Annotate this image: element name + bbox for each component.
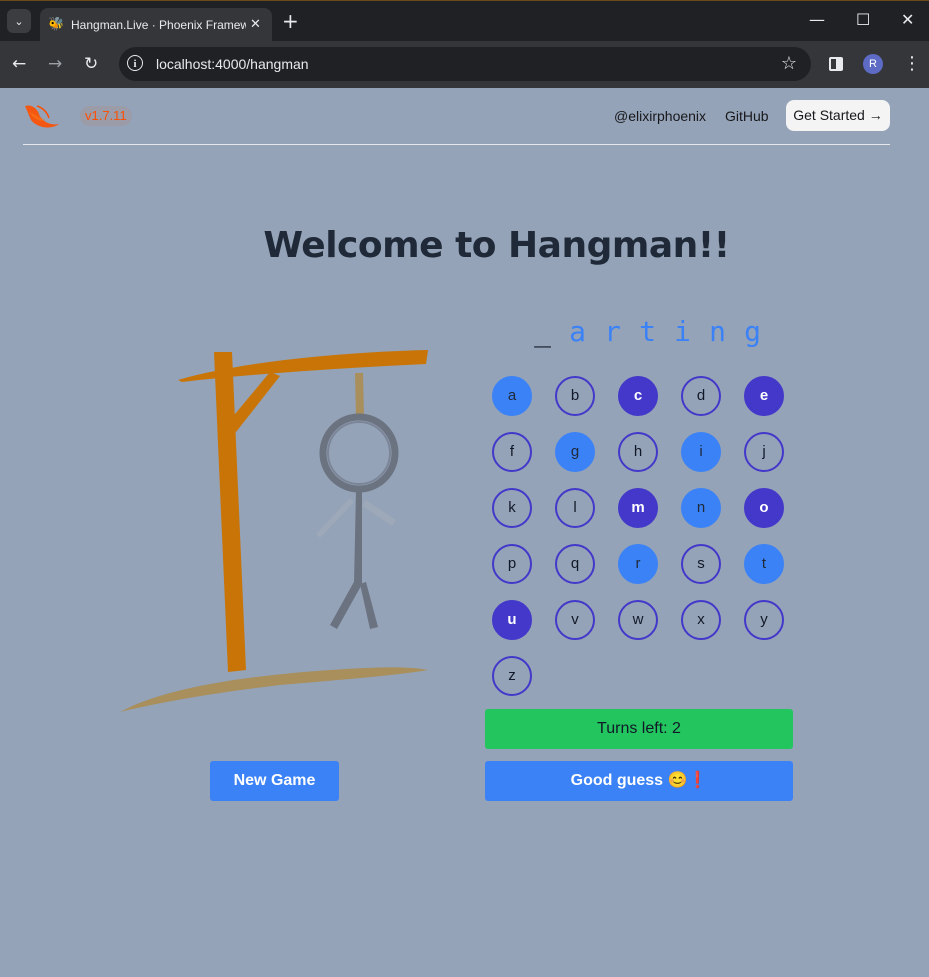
hangman-drawing [120, 350, 428, 712]
letter-key-n[interactable]: n [681, 488, 721, 528]
github-link[interactable]: GitHub [725, 107, 769, 125]
letter-key-d[interactable]: d [681, 376, 721, 416]
turns-left-banner: Turns left: 2 [485, 709, 793, 749]
letter-key-l[interactable]: l [555, 488, 595, 528]
letter-key-p[interactable]: p [492, 544, 532, 584]
letter-key-w[interactable]: w [618, 600, 658, 640]
letter-key-z[interactable]: z [492, 656, 532, 696]
letter-key-m[interactable]: m [618, 488, 658, 528]
letter-key-e[interactable]: e [744, 376, 784, 416]
figure-head [319, 413, 399, 493]
letter-key-h[interactable]: h [618, 432, 658, 472]
version-badge: v1.7.11 [80, 106, 132, 126]
back-icon[interactable]: ← [12, 53, 26, 75]
letter-key-x[interactable]: x [681, 600, 721, 640]
figure-left-leg [330, 580, 361, 629]
figure-right-leg [360, 582, 378, 629]
browser-menu-icon[interactable]: ⋮ [903, 53, 921, 75]
letter-key-u[interactable]: u [492, 600, 532, 640]
forward-icon[interactable]: → [48, 53, 62, 75]
browser-tab[interactable]: 🐝 Hangman.Live · Phoenix Framework ✕ [40, 8, 272, 42]
word-letter: a [569, 315, 586, 348]
new-tab-icon[interactable]: + [282, 10, 299, 32]
word-letter: g [744, 315, 761, 348]
minimize-icon[interactable]: — [809, 9, 825, 31]
letter-key-f[interactable]: f [492, 432, 532, 472]
letter-key-o[interactable]: o [744, 488, 784, 528]
letter-key-r[interactable]: r [618, 544, 658, 584]
url-text[interactable]: localhost:4000/hangman [156, 55, 309, 73]
word-display: _ a r t i n g [525, 312, 770, 352]
profile-avatar[interactable]: R [863, 54, 883, 74]
letter-key-a[interactable]: a [492, 376, 532, 416]
letter-key-t[interactable]: t [744, 544, 784, 584]
word-letter: i [674, 315, 691, 348]
twitter-link[interactable]: @elixirphoenix [614, 107, 706, 125]
bookmark-star-icon[interactable]: ☆ [781, 53, 797, 75]
figure-body [354, 489, 362, 585]
site-header: v1.7.11 @elixirphoenix GitHub Get Starte… [23, 88, 890, 145]
browser-tab-bar: ⌄ 🐝 Hangman.Live · Phoenix Framework ✕ +… [0, 0, 929, 42]
page-title: Welcome to Hangman!! [263, 225, 730, 266]
new-game-button[interactable]: New Game [210, 761, 339, 801]
letter-key-g[interactable]: g [555, 432, 595, 472]
gallows-rope [355, 373, 364, 418]
address-bar[interactable]: i localhost:4000/hangman ☆ [119, 47, 811, 81]
maximize-icon[interactable]: ☐ [856, 9, 870, 31]
word-blank: _ [534, 315, 551, 348]
letter-key-v[interactable]: v [555, 600, 595, 640]
gallows-post [214, 352, 246, 672]
letter-key-j[interactable]: j [744, 432, 784, 472]
word-letter: n [709, 315, 726, 348]
reload-icon[interactable]: ↻ [84, 53, 98, 75]
letter-key-c[interactable]: c [618, 376, 658, 416]
letter-key-k[interactable]: k [492, 488, 532, 528]
gallows-brace [230, 372, 280, 432]
letter-key-i[interactable]: i [681, 432, 721, 472]
tab-close-icon[interactable]: ✕ [250, 16, 261, 34]
browser-toolbar: ← → ↻ i localhost:4000/hangman ☆ R ⋮ [0, 41, 929, 88]
get-started-button[interactable]: Get Started → [786, 100, 890, 131]
letter-key-y[interactable]: y [744, 600, 784, 640]
letter-key-q[interactable]: q [555, 544, 595, 584]
figure-left-arm [316, 498, 354, 538]
guess-message-banner: Good guess 😊❗ [485, 761, 793, 801]
tab-search-icon[interactable]: ⌄ [7, 9, 31, 33]
window-close-icon[interactable]: ✕ [901, 9, 914, 31]
word-letter: t [639, 315, 656, 348]
phoenix-favicon-icon: 🐝 [48, 17, 65, 32]
tab-title: Hangman.Live · Phoenix Framework [71, 18, 246, 32]
gallows-ground [120, 667, 428, 712]
letter-key-b[interactable]: b [555, 376, 595, 416]
word-letter: r [604, 315, 621, 348]
figure-right-arm [362, 500, 396, 526]
letter-key-s[interactable]: s [681, 544, 721, 584]
site-info-icon[interactable]: i [127, 55, 143, 71]
phoenix-logo-icon[interactable] [23, 102, 61, 130]
side-panel-icon[interactable] [829, 57, 843, 71]
